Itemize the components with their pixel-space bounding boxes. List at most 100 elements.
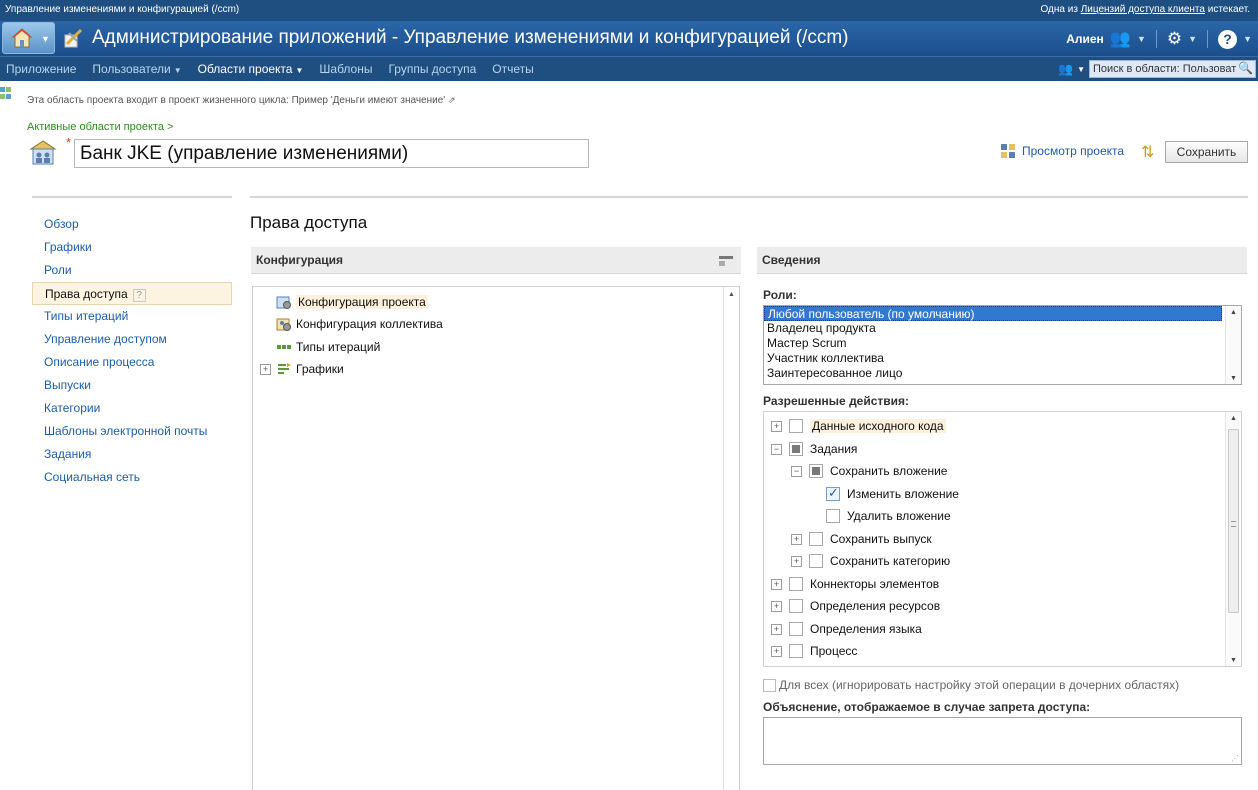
section-nav-item[interactable]: Категории <box>32 397 232 420</box>
action-checkbox[interactable] <box>789 599 803 613</box>
action-checkbox[interactable] <box>789 419 803 433</box>
expand-icon[interactable]: + <box>771 623 782 635</box>
chevron-down-icon[interactable]: ▼ <box>295 66 303 75</box>
expand-icon[interactable]: + <box>791 555 802 567</box>
nav-item[interactable]: Группы доступа <box>388 62 476 76</box>
role-option[interactable]: Любой пользователь (по умолчанию) <box>764 306 1222 321</box>
external-link-icon[interactable]: ⇗ <box>448 95 456 105</box>
scroll-down-arrow-icon[interactable]: ▼ <box>1226 657 1241 664</box>
expand-icon[interactable]: + <box>791 533 802 545</box>
scrollbar[interactable]: ▲ ▼ <box>1225 412 1241 666</box>
section-nav-item[interactable]: Типы итераций <box>32 305 232 328</box>
roles-list[interactable]: Любой пользователь (по умолчанию) Владеле… <box>763 305 1242 385</box>
help-icon[interactable]: ? <box>132 289 146 302</box>
action-row[interactable]: + Данные исходного кода <box>771 417 946 435</box>
section-nav-item[interactable]: Описание процесса <box>32 351 232 374</box>
chevron-down-icon[interactable]: ▼ <box>174 66 182 75</box>
section-nav-item[interactable]: Задания <box>32 443 232 466</box>
nav-item[interactable]: Приложение <box>6 62 76 76</box>
license-link[interactable]: Лицензий доступа клиента <box>1081 4 1205 15</box>
nav-item[interactable]: Пользователи ▼ <box>92 62 181 76</box>
search-icon[interactable]: 🔍 <box>1238 61 1253 75</box>
action-checkbox[interactable] <box>826 509 840 523</box>
action-checkbox[interactable] <box>809 554 823 568</box>
action-checkbox[interactable] <box>789 644 803 658</box>
view-project-link[interactable]: Просмотр проекта <box>1000 143 1124 159</box>
section-nav-item[interactable]: Шаблоны электронной почты <box>32 420 232 443</box>
gear-icon[interactable]: ⚙ <box>1167 29 1182 49</box>
action-row[interactable]: − Задания <box>771 440 857 458</box>
scrollbar-thumb[interactable] <box>1228 429 1239 613</box>
search-input[interactable]: Поиск в области: Пользоват 🔍 <box>1089 60 1256 78</box>
expand-icon[interactable]: + <box>260 363 271 375</box>
people-icon[interactable]: 👥 <box>1058 62 1073 76</box>
action-row[interactable]: + Процесс <box>771 642 857 660</box>
action-row[interactable]: Удалить вложение <box>826 507 951 525</box>
for-all-option[interactable]: Для всех (игнорировать настройку этой оп… <box>763 678 1179 692</box>
action-checkbox[interactable] <box>809 532 823 546</box>
collapse-icon[interactable]: − <box>771 443 782 455</box>
nav-item[interactable]: Шаблоны <box>319 62 372 76</box>
for-all-checkbox[interactable] <box>763 678 776 692</box>
scrollbar[interactable]: ▲ ▼ <box>1225 306 1241 384</box>
chevron-down-icon[interactable]: ▼ <box>1188 34 1197 44</box>
action-checkbox[interactable] <box>789 622 803 636</box>
grid-icon[interactable] <box>0 87 12 101</box>
collapse-panel-icon[interactable] <box>719 256 733 266</box>
scroll-up-arrow-icon[interactable]: ▲ <box>1226 309 1241 316</box>
resize-handle-icon[interactable]: ⋰ <box>1231 754 1239 763</box>
action-row[interactable]: Изменить вложение <box>826 485 959 503</box>
section-nav-item[interactable]: Роли <box>32 259 232 282</box>
collapse-icon[interactable]: − <box>791 465 802 477</box>
section-nav-item[interactable]: Права доступа? <box>32 282 232 305</box>
nav-item-label: Группы доступа <box>388 62 477 76</box>
user-name[interactable]: Алиен <box>1066 32 1104 46</box>
chevron-down-icon[interactable]: ▼ <box>1077 65 1085 74</box>
users-icon[interactable]: 👥 <box>1110 29 1131 49</box>
action-checkbox[interactable] <box>809 464 823 478</box>
section-nav-item[interactable]: Обзор <box>32 213 232 236</box>
expand-icon[interactable]: + <box>771 645 782 657</box>
chevron-down-icon[interactable]: ▼ <box>1243 34 1252 44</box>
expand-icon[interactable]: + <box>771 578 782 590</box>
tree-item-team-config[interactable]: Конфигурация коллектива <box>276 314 443 334</box>
action-checkbox[interactable] <box>789 442 803 456</box>
nav-item[interactable]: Области проекта ▼ <box>198 62 304 76</box>
scrollbar[interactable]: ▲ <box>723 287 739 790</box>
role-option[interactable]: Участник коллектива <box>764 351 1222 366</box>
breadcrumb[interactable]: Активные области проекта > <box>27 121 173 133</box>
home-menu-button[interactable]: ▼ <box>2 22 55 54</box>
expand-icon[interactable]: + <box>771 420 782 432</box>
action-row[interactable]: + Сохранить выпуск <box>791 530 932 548</box>
refresh-icon[interactable]: ⇅ <box>1141 142 1159 161</box>
tree-item-iteration-types[interactable]: Типы итераций <box>276 337 380 357</box>
role-option[interactable]: Владелец продукта <box>764 321 1222 336</box>
tree-item-project-config[interactable]: Конфигурация проекта <box>276 292 428 312</box>
action-checkbox[interactable] <box>826 485 840 501</box>
chevron-down-icon[interactable]: ▼ <box>1137 34 1146 44</box>
scroll-up-arrow-icon[interactable]: ▲ <box>724 291 739 298</box>
action-checkbox[interactable] <box>789 577 803 591</box>
role-option[interactable]: Мастер Scrum <box>764 336 1222 351</box>
section-nav-label: Категории <box>44 401 101 415</box>
help-icon[interactable]: ? <box>1218 29 1238 49</box>
action-row[interactable]: − Сохранить вложение <box>791 462 947 480</box>
project-config-icon <box>276 296 291 309</box>
action-row[interactable]: + Определения ресурсов <box>771 597 940 615</box>
section-nav-item[interactable]: Социальная сеть <box>32 466 232 489</box>
section-nav-item[interactable]: Управление доступом <box>32 328 232 351</box>
action-row[interactable]: + Коннекторы элементов <box>771 575 939 593</box>
section-nav-item[interactable]: Графики <box>32 236 232 259</box>
scroll-down-arrow-icon[interactable]: ▼ <box>1226 375 1241 382</box>
save-button[interactable]: Сохранить <box>1165 141 1248 163</box>
expand-icon[interactable]: + <box>771 600 782 612</box>
role-option[interactable]: Заинтересованное лицо <box>764 366 1222 381</box>
action-row[interactable]: + Определения языка <box>771 620 922 638</box>
action-row[interactable]: + Сохранить категорию <box>791 552 950 570</box>
scroll-up-arrow-icon[interactable]: ▲ <box>1226 415 1241 422</box>
section-nav-item[interactable]: Выпуски <box>32 374 232 397</box>
project-name-field[interactable]: Банк JKE (управление изменениями) <box>74 139 589 168</box>
explanation-textarea[interactable]: ⋰ <box>763 717 1242 765</box>
nav-item[interactable]: Отчеты <box>492 62 533 76</box>
tree-item-timelines[interactable]: + Графики <box>260 359 344 379</box>
